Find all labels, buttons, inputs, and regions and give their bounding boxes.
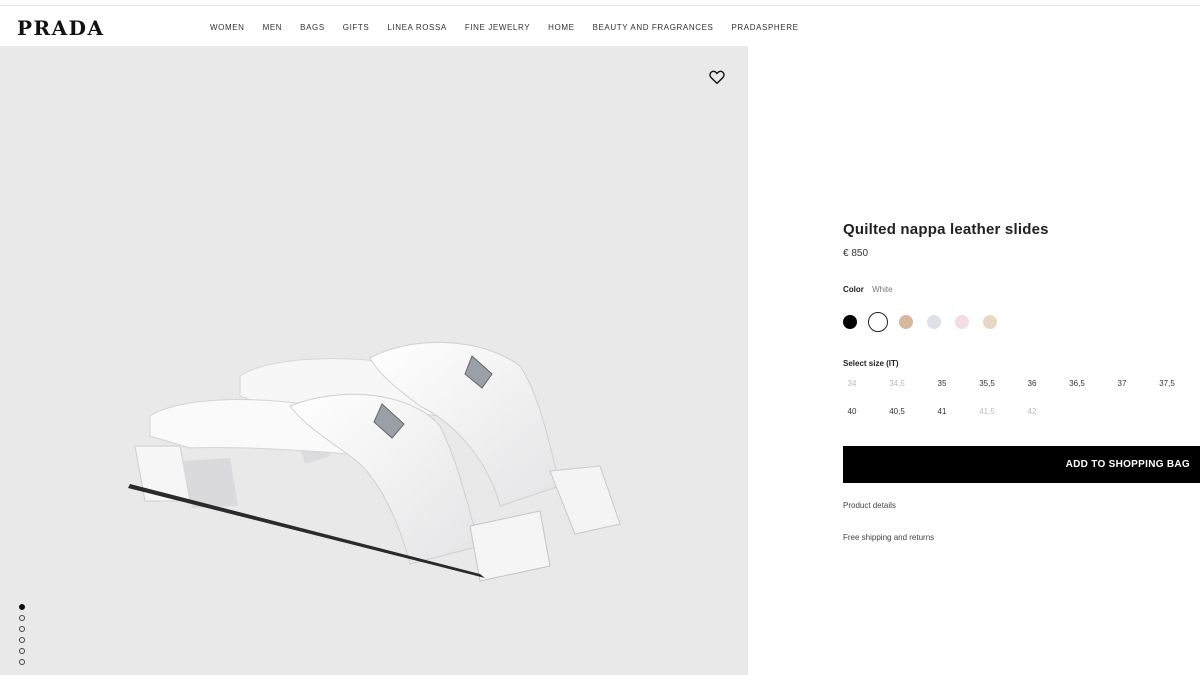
color-swatch[interactable] — [955, 315, 969, 329]
product-gallery — [0, 46, 748, 675]
size-option[interactable]: 37,5 — [1150, 379, 1184, 388]
size-label: Select size (IT) — [843, 359, 899, 368]
add-to-bag-button[interactable]: ADD TO SHOPPING BAG — [843, 446, 1200, 483]
nav-item-home[interactable]: HOME — [548, 23, 574, 32]
nav-item-fine-jewelry[interactable]: FINE JEWELRY — [465, 23, 530, 32]
gallery-dot[interactable] — [19, 637, 25, 643]
size-option[interactable]: 40 — [835, 407, 869, 416]
gallery-dot[interactable] — [19, 604, 25, 610]
heart-icon[interactable] — [708, 68, 726, 86]
color-swatch[interactable] — [868, 312, 888, 332]
product-image — [128, 341, 621, 582]
color-row: Color White — [843, 285, 893, 294]
nav-item-men[interactable]: MEN — [263, 23, 283, 32]
gallery-dot[interactable] — [19, 615, 25, 621]
nav-item-gifts[interactable]: GIFTS — [343, 23, 370, 32]
gallery-dot[interactable] — [19, 659, 25, 665]
shipping-link[interactable]: Free shipping and returns — [843, 533, 934, 542]
size-option[interactable]: 35,5 — [970, 379, 1004, 388]
site-header: PRADA WOMEN MEN BAGS GIFTS LINEA ROSSA F… — [0, 6, 1200, 46]
color-label: Color — [843, 285, 864, 294]
size-option[interactable]: 34 — [835, 379, 869, 388]
nav-item-beauty-and-fragrances[interactable]: BEAUTY AND FRAGRANCES — [593, 23, 714, 32]
nav-item-linea-rossa[interactable]: LINEA ROSSA — [387, 23, 447, 32]
product-title: Quilted nappa leather slides — [843, 221, 1049, 238]
color-swatch[interactable] — [983, 315, 997, 329]
size-option[interactable]: 35 — [925, 379, 959, 388]
size-option[interactable]: 41,5 — [970, 407, 1004, 416]
prada-logo[interactable]: PRADA — [17, 16, 105, 40]
gallery-pagination — [19, 604, 25, 665]
color-swatch[interactable] — [927, 315, 941, 329]
nav-item-bags[interactable]: BAGS — [300, 23, 325, 32]
main-nav: WOMEN MEN BAGS GIFTS LINEA ROSSA FINE JE… — [210, 23, 817, 32]
nav-item-women[interactable]: WOMEN — [210, 23, 245, 32]
color-swatches — [843, 312, 997, 332]
product-price: € 850 — [843, 248, 869, 259]
size-option[interactable]: 34,5 — [880, 379, 914, 388]
size-option[interactable]: 37 — [1105, 379, 1139, 388]
product-details-panel: Quilted nappa leather slides € 850 Color… — [748, 46, 1200, 675]
gallery-dot[interactable] — [19, 626, 25, 632]
gallery-dot[interactable] — [19, 648, 25, 654]
nav-item-pradasphere[interactable]: PRADASPHERE — [731, 23, 798, 32]
color-value: White — [872, 285, 893, 294]
size-option[interactable]: 41 — [925, 407, 959, 416]
color-swatch[interactable] — [843, 315, 857, 329]
color-swatch[interactable] — [899, 315, 913, 329]
size-option[interactable]: 40,5 — [880, 407, 914, 416]
product-details-link[interactable]: Product details — [843, 501, 896, 510]
size-option[interactable]: 36,5 — [1060, 379, 1094, 388]
size-option[interactable]: 42 — [1015, 407, 1049, 416]
size-option[interactable]: 36 — [1015, 379, 1049, 388]
